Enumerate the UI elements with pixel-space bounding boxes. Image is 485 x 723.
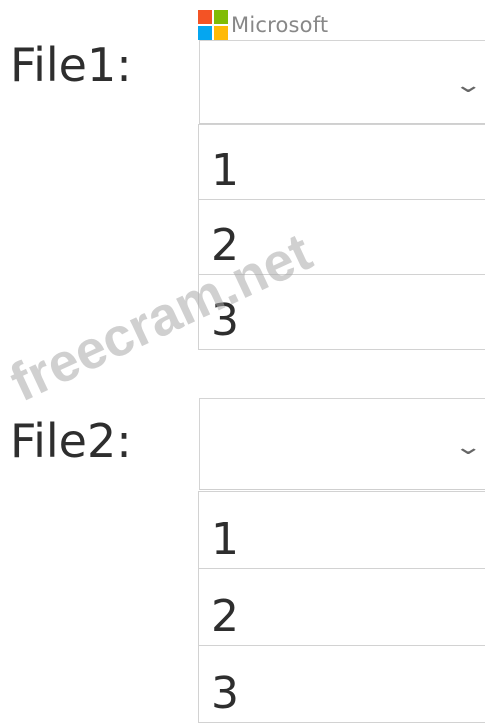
microsoft-logo: Microsoft [198,10,328,40]
file1-dropdown[interactable]: ⌄ [199,40,485,124]
file1-options-list: 1 2 3 [198,124,485,350]
option-label: 3 [211,668,239,719]
option-label: 1 [211,514,239,565]
microsoft-logo-text: Microsoft [231,13,329,37]
chevron-down-icon: ⌄ [453,73,483,98]
chevron-down-icon: ⌄ [453,435,483,460]
file1-option-1[interactable]: 1 [198,124,485,200]
file2-label: File2: [10,414,132,468]
option-label: 1 [211,145,239,196]
file2-option-2[interactable]: 2 [198,568,485,646]
file1-label: File1: [10,38,132,92]
file2-option-1[interactable]: 1 [198,491,485,569]
file2-dropdown[interactable]: ⌄ [199,398,485,490]
option-label: 2 [211,591,239,642]
microsoft-logo-icon [198,10,228,40]
file2-options-list: 1 2 3 [198,491,485,723]
file2-option-3[interactable]: 3 [198,645,485,723]
